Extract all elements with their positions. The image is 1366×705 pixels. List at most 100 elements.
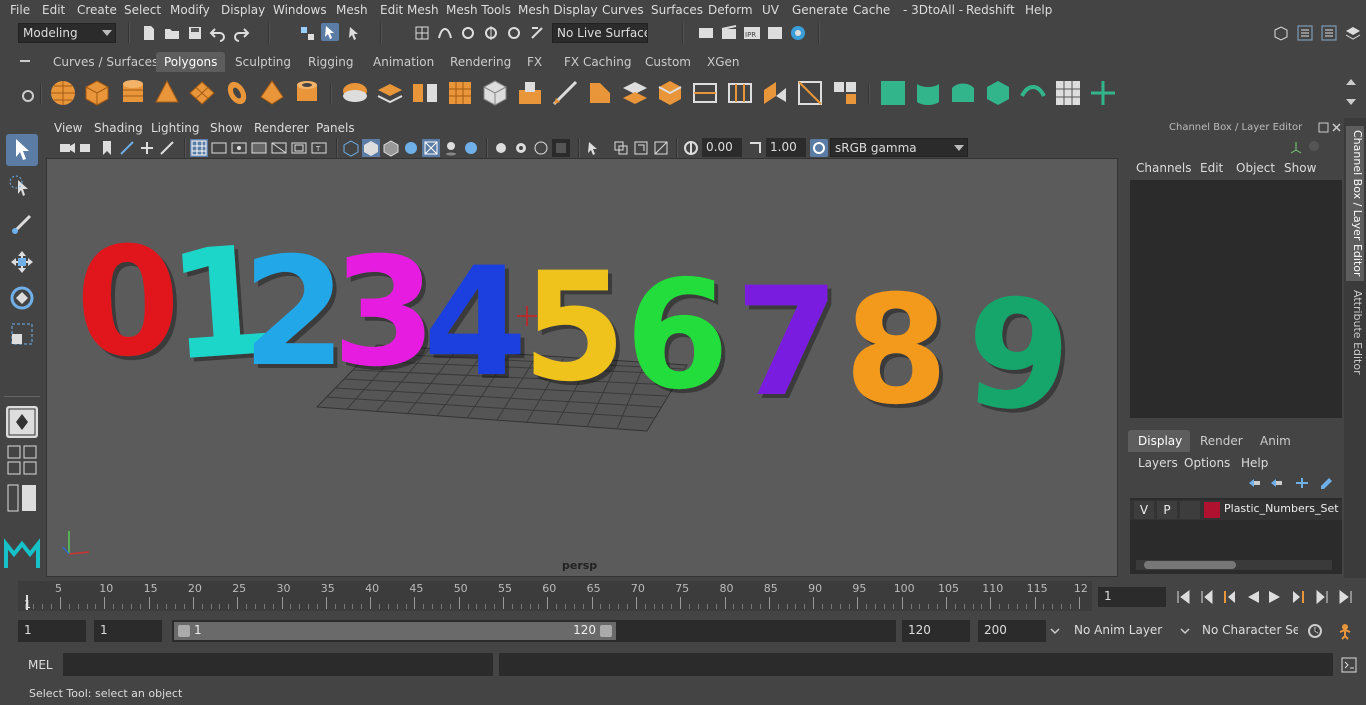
scene-number[interactable]: 5 bbox=[522, 241, 626, 415]
mirror-icon[interactable] bbox=[410, 78, 440, 108]
menu-help[interactable]: Help bbox=[1025, 3, 1052, 17]
vp-menu-shading[interactable]: Shading bbox=[94, 121, 143, 135]
uv-spherical-icon[interactable] bbox=[948, 78, 978, 108]
menu-uv[interactable]: UV bbox=[762, 3, 779, 17]
step-forward-key-icon[interactable] bbox=[1313, 588, 1331, 606]
backface-culling-icon[interactable] bbox=[652, 139, 670, 157]
grease-pencil-icon[interactable] bbox=[158, 139, 176, 157]
command-input[interactable] bbox=[63, 653, 493, 676]
menu-cache[interactable]: Cache bbox=[853, 3, 890, 17]
smooth-icon[interactable] bbox=[445, 78, 475, 108]
depth-of-field-icon[interactable] bbox=[532, 139, 550, 157]
tab-animation[interactable]: Animation bbox=[365, 52, 442, 72]
layer-scroll-thumb[interactable] bbox=[1144, 561, 1236, 569]
insert-edge-loop-icon[interactable] bbox=[690, 78, 720, 108]
go-to-end-icon[interactable] bbox=[1337, 588, 1355, 606]
scene-number[interactable]: 7 bbox=[735, 256, 839, 430]
character-set-field[interactable]: No Character Set bbox=[1196, 620, 1298, 642]
poly-torus-icon[interactable] bbox=[222, 78, 252, 108]
attribute-editor-toggle-icon[interactable] bbox=[1320, 24, 1338, 42]
open-scene-icon[interactable] bbox=[163, 24, 181, 42]
camera-attributes-icon[interactable] bbox=[58, 139, 76, 157]
poly-cone-icon[interactable] bbox=[152, 78, 182, 108]
animation-prefs-icon[interactable] bbox=[1336, 622, 1354, 640]
current-frame-field[interactable]: 1 bbox=[1098, 587, 1166, 607]
close-panel-icon[interactable] bbox=[1331, 122, 1342, 133]
bookmark-icon[interactable] bbox=[98, 139, 116, 157]
resolution-gate-icon[interactable] bbox=[230, 139, 248, 157]
menu-layer-help[interactable]: Help bbox=[1241, 456, 1268, 470]
tab-rigging[interactable]: Rigging bbox=[300, 52, 361, 72]
menuset-dropdown[interactable]: Modeling bbox=[18, 23, 116, 43]
merge-icon[interactable] bbox=[830, 78, 860, 108]
sidetab-channel-box[interactable]: Channel Box / Layer Editor bbox=[1346, 126, 1364, 281]
snap-grid-icon[interactable] bbox=[413, 24, 431, 42]
layer-name[interactable]: Plastic_Numbers_Set bbox=[1224, 502, 1339, 515]
layers-toggle-icon[interactable] bbox=[1344, 24, 1362, 42]
menu-select[interactable]: Select bbox=[124, 3, 161, 17]
select-hierarchy-icon[interactable] bbox=[298, 24, 316, 42]
vp-menu-show[interactable]: Show bbox=[210, 121, 242, 135]
menu-edit[interactable]: Edit bbox=[42, 3, 65, 17]
playback-end-field[interactable]: 120 bbox=[902, 620, 970, 642]
smooth-shade-icon[interactable] bbox=[362, 139, 380, 157]
xray-joints-icon[interactable] bbox=[612, 139, 630, 157]
mel-label[interactable]: MEL bbox=[28, 658, 53, 672]
step-back-frame-icon[interactable] bbox=[1220, 588, 1238, 606]
chevron-down-icon[interactable] bbox=[1048, 624, 1062, 638]
workspace-icon[interactable] bbox=[1272, 24, 1290, 42]
vp-menu-view[interactable]: View bbox=[54, 121, 82, 135]
move-layer-up-icon[interactable] bbox=[1246, 476, 1262, 490]
layer-playback-toggle[interactable]: P bbox=[1157, 501, 1177, 519]
animation-start-field[interactable]: 1 bbox=[18, 620, 86, 642]
hypershade-icon[interactable] bbox=[789, 24, 807, 42]
select-tool-button[interactable] bbox=[6, 134, 38, 166]
uv-planar-icon[interactable] bbox=[878, 78, 908, 108]
anim-layer-field[interactable]: No Anim Layer bbox=[1068, 620, 1178, 642]
tab-rendering[interactable]: Rendering bbox=[442, 52, 519, 72]
uv-unfold-icon[interactable] bbox=[1018, 78, 1048, 108]
render-clapper-icon[interactable] bbox=[720, 24, 738, 42]
menu-deform[interactable]: Deform bbox=[708, 3, 753, 17]
single-perspective-layout-button[interactable] bbox=[6, 406, 38, 438]
make-live-icon[interactable] bbox=[528, 24, 546, 42]
tab-fx[interactable]: FX bbox=[519, 52, 550, 72]
tab-polygons[interactable]: Polygons bbox=[156, 52, 226, 72]
menu-show[interactable]: Show bbox=[1284, 161, 1316, 175]
tab-sculpting[interactable]: Sculpting bbox=[227, 52, 299, 72]
shelf-scroll-up-icon[interactable] bbox=[1344, 76, 1358, 88]
four-view-layout-button[interactable] bbox=[6, 444, 38, 476]
use-all-lights-icon[interactable] bbox=[422, 139, 440, 157]
scale-tool-button[interactable] bbox=[6, 318, 38, 350]
menu-layers[interactable]: Layers bbox=[1138, 456, 1178, 470]
layer-hscrollbar[interactable] bbox=[1136, 560, 1332, 570]
fill-hole-icon[interactable] bbox=[655, 78, 685, 108]
range-left-handle[interactable] bbox=[178, 625, 190, 637]
scene-number[interactable]: 6 bbox=[625, 249, 729, 423]
scene-number[interactable]: 3 bbox=[332, 226, 436, 400]
menu-options[interactable]: Options bbox=[1184, 456, 1230, 470]
menu-edit-mesh[interactable]: Edit Mesh bbox=[380, 3, 439, 17]
safe-title-icon[interactable]: T bbox=[310, 139, 328, 157]
poly-plane-icon[interactable] bbox=[187, 78, 217, 108]
tab-display[interactable]: Display bbox=[1128, 430, 1190, 452]
vp-menu-panels[interactable]: Panels bbox=[316, 121, 355, 135]
channel-box-toggle-icon[interactable] bbox=[1296, 24, 1314, 42]
tab-custom[interactable]: Custom bbox=[637, 52, 699, 72]
new-layer-icon[interactable] bbox=[1294, 476, 1310, 490]
target-weld-icon[interactable] bbox=[795, 78, 825, 108]
animation-end-field[interactable]: 200 bbox=[978, 620, 1046, 642]
exposure-icon[interactable] bbox=[682, 139, 700, 157]
view-transform-dropdown[interactable]: sRGB gamma bbox=[830, 138, 968, 157]
layer-display-type-toggle[interactable] bbox=[1180, 501, 1200, 519]
move-layer-down-icon[interactable] bbox=[1268, 476, 1284, 490]
scene-canvas[interactable]: 0 1 2 3 4 5 6 7 8 9 bbox=[47, 159, 1118, 577]
shadows-icon[interactable] bbox=[442, 139, 460, 157]
playback-start-field[interactable]: 1 bbox=[94, 620, 162, 642]
menu-redshift[interactable]: Redshift bbox=[966, 3, 1015, 17]
remesh-icon[interactable] bbox=[480, 78, 510, 108]
wireframe-icon[interactable] bbox=[342, 139, 360, 157]
menu-mesh[interactable]: Mesh bbox=[336, 3, 368, 17]
tab-render[interactable]: Render bbox=[1190, 430, 1248, 452]
rotate-tool-button[interactable] bbox=[6, 282, 38, 314]
